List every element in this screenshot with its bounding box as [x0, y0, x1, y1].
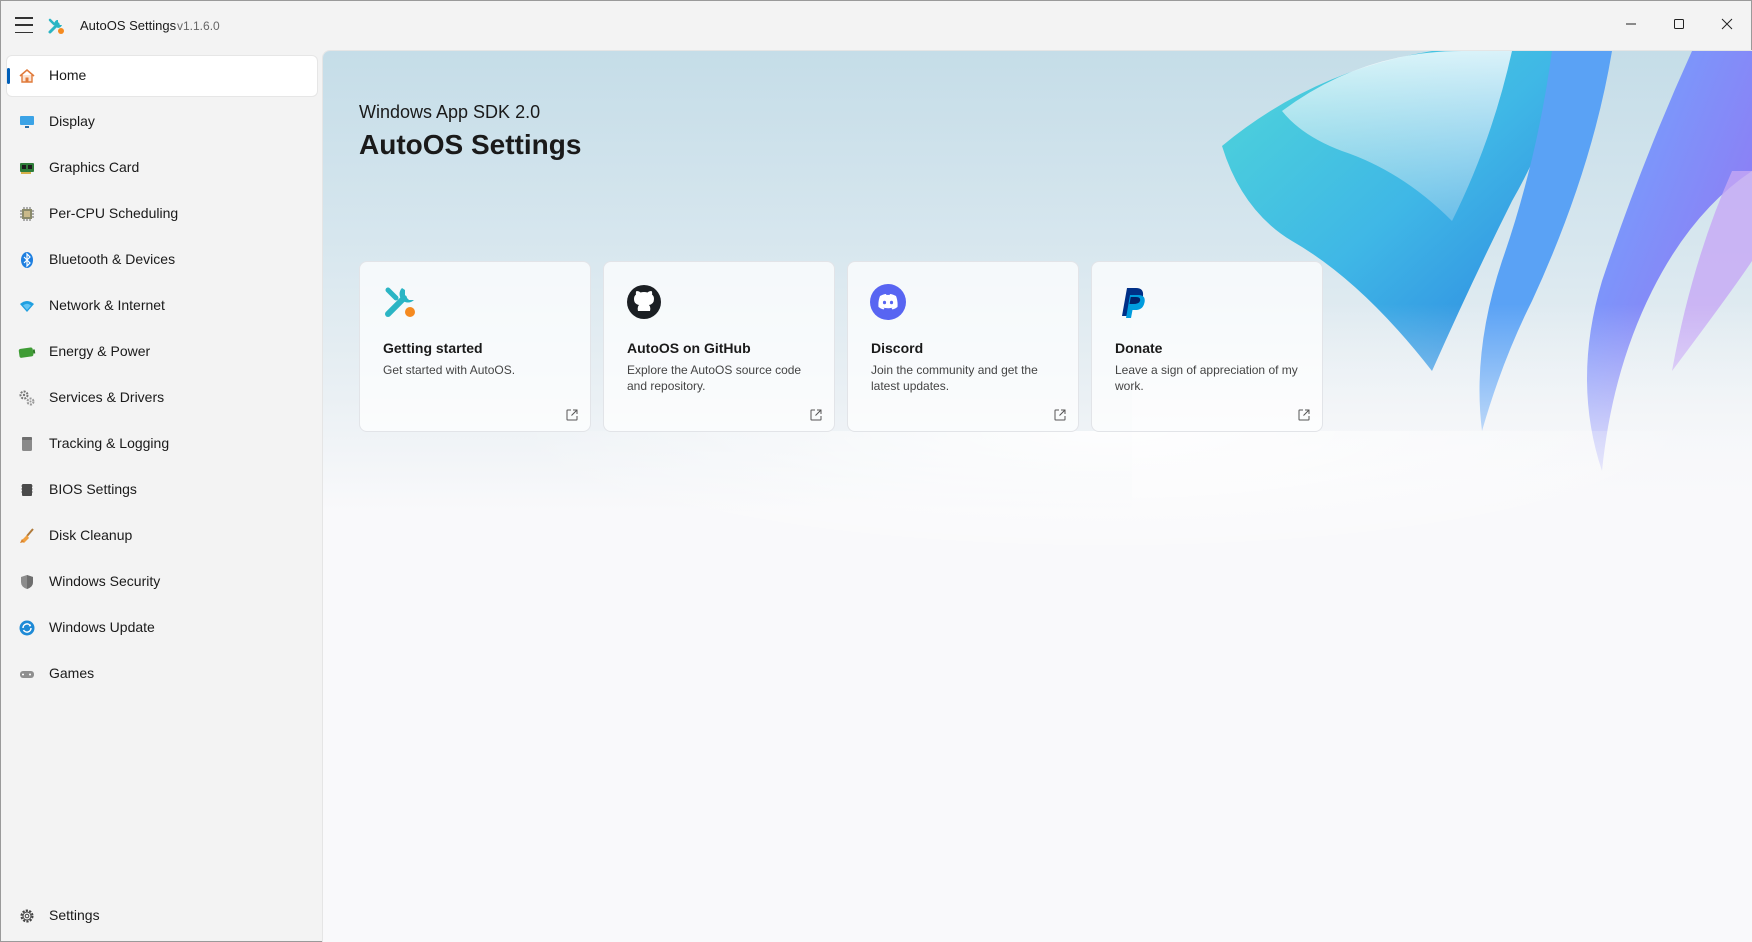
hamburger-icon[interactable]	[15, 17, 33, 33]
sidebar-item-windows-security[interactable]: Windows Security	[7, 562, 317, 602]
cpu-chip-icon	[20, 207, 34, 221]
card-description: Explore the AutoOS source code and repos…	[627, 363, 802, 393]
card-title: AutoOS on GitHub	[627, 340, 751, 356]
paypal-icon	[1122, 288, 1145, 318]
sidebar-item-games[interactable]: Games	[7, 654, 317, 694]
sidebar-item-services-drivers[interactable]: Services & Drivers	[7, 378, 317, 418]
minimize-icon	[1626, 23, 1636, 25]
sidebar-item-windows-update[interactable]: Windows Update	[7, 608, 317, 648]
sidebar-item-label: Disk Cleanup	[49, 527, 133, 543]
sidebar-item-per-cpu-scheduling[interactable]: Per-CPU Scheduling	[7, 194, 317, 234]
battery-icon	[18, 347, 36, 358]
page-title: AutoOS Settings	[359, 129, 582, 160]
sidebar-item-label: Games	[49, 665, 95, 681]
card-discord[interactable]: Discord Join the community and get the l…	[847, 261, 1079, 432]
sidebar-item-label: Windows Security	[49, 573, 161, 589]
navigation-sidebar: Home Display Graphics Card Per-CPU Sched…	[1, 51, 322, 942]
close-button[interactable]	[1703, 1, 1751, 47]
card-description: Leave a sign of appreciation of my work.	[1115, 363, 1298, 393]
sidebar-item-label: Services & Drivers	[49, 389, 165, 405]
broom-icon	[20, 528, 34, 543]
maximize-button[interactable]	[1655, 1, 1703, 47]
wifi-icon	[20, 301, 34, 312]
discord-icon	[870, 284, 906, 320]
sidebar-item-label: Per-CPU Scheduling	[49, 205, 179, 221]
bios-chip-icon	[21, 484, 33, 496]
title-bar: AutoOS Settings v1.1.6.0	[1, 1, 1751, 51]
sidebar-item-bluetooth-devices[interactable]: Bluetooth & Devices	[7, 240, 317, 280]
open-external-icon	[566, 409, 578, 421]
gpu-icon	[20, 163, 34, 174]
app-title: AutoOS Settings	[80, 18, 177, 33]
sidebar-item-display[interactable]: Display	[7, 102, 317, 142]
minimize-button[interactable]	[1607, 1, 1655, 47]
content-area: Windows App SDK 2.0 AutoOS Settings Gett…	[322, 50, 1752, 942]
sidebar-item-label: Network & Internet	[49, 297, 165, 313]
sidebar-item-label: Home	[49, 67, 87, 83]
bluetooth-icon	[21, 252, 33, 268]
gears-icon	[19, 390, 35, 406]
hero-glow	[323, 431, 1752, 731]
maximize-icon	[1674, 19, 1684, 29]
close-icon	[1721, 18, 1733, 30]
document-icon	[22, 437, 32, 451]
sidebar-item-tracking-logging[interactable]: Tracking & Logging	[7, 424, 317, 464]
home-icon	[19, 68, 35, 83]
card-donate[interactable]: Donate Leave a sign of appreciation of m…	[1091, 261, 1323, 432]
card-title: Donate	[1115, 340, 1163, 356]
monitor-icon	[20, 116, 34, 128]
sidebar-item-network-internet[interactable]: Network & Internet	[7, 286, 317, 326]
sidebar-item-label: Display	[49, 113, 95, 129]
sidebar-item-label: Graphics Card	[49, 159, 140, 175]
sidebar-item-disk-cleanup[interactable]: Disk Cleanup	[7, 516, 317, 556]
sidebar-item-label: Settings	[49, 907, 100, 923]
card-description: Join the community and get the latest up…	[871, 363, 1038, 393]
hero-subtitle: Windows App SDK 2.0	[359, 102, 541, 122]
card-github[interactable]: AutoOS on GitHub Explore the AutoOS sour…	[603, 261, 835, 432]
sidebar-item-energy-power[interactable]: Energy & Power	[7, 332, 317, 372]
github-icon	[627, 285, 661, 319]
sidebar-item-label: Windows Update	[49, 619, 155, 635]
sidebar-item-settings[interactable]: Settings	[7, 896, 317, 936]
sidebar-item-label: BIOS Settings	[49, 481, 137, 497]
open-external-icon	[810, 409, 822, 421]
autoos-logo-icon	[385, 287, 415, 317]
card-title: Discord	[871, 340, 924, 356]
app-logo-icon	[48, 18, 64, 34]
sidebar-item-bios-settings[interactable]: BIOS Settings	[7, 470, 317, 510]
sidebar-item-label: Bluetooth & Devices	[49, 251, 176, 267]
sidebar-item-graphics-card[interactable]: Graphics Card	[7, 148, 317, 188]
card-getting-started[interactable]: Getting started Get started with AutoOS.	[359, 261, 591, 432]
sidebar-item-label: Energy & Power	[49, 343, 151, 359]
sidebar-item-home[interactable]: Home	[7, 56, 317, 96]
app-version: v1.1.6.0	[177, 19, 220, 33]
app-window: AutoOS Settings v1.1.6.0 Home Display Gr…	[0, 0, 1752, 942]
gear-icon	[20, 909, 34, 923]
card-title: Getting started	[383, 340, 483, 356]
open-external-icon	[1298, 409, 1310, 421]
sidebar-item-label: Tracking & Logging	[49, 435, 170, 451]
gamepad-icon	[20, 671, 34, 678]
shield-icon	[21, 575, 33, 589]
open-external-icon	[1054, 409, 1066, 421]
card-description: Get started with AutoOS.	[383, 363, 516, 377]
update-icon	[19, 620, 35, 636]
